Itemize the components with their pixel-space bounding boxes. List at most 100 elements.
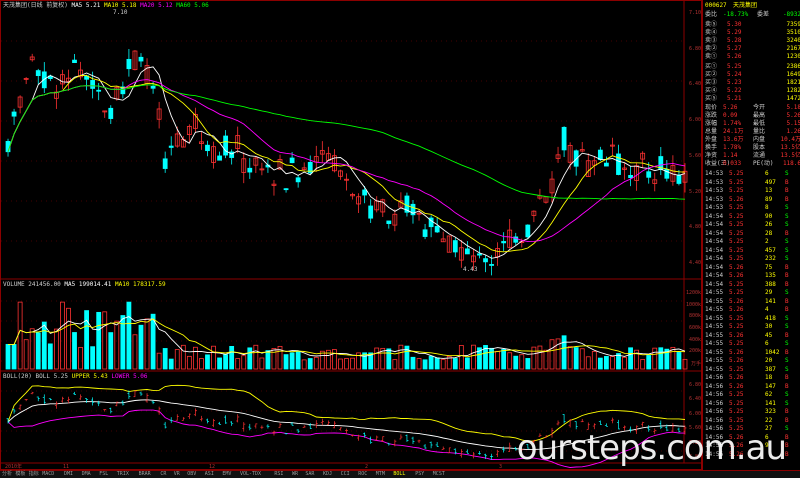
tab-obv[interactable]: OBV — [187, 471, 196, 478]
volume-bar — [646, 355, 652, 370]
tab-dma[interactable]: DMA — [82, 471, 91, 478]
tick-side: B — [785, 382, 789, 390]
volume-bar — [513, 355, 519, 370]
tick-side: S — [785, 323, 789, 330]
tick-row: 14:53 5.25 497 B — [705, 179, 800, 187]
stat-label: 最低 — [753, 120, 766, 127]
tick-row: 14:54 5.25 388 B — [705, 281, 800, 289]
tab-kdj[interactable]: KDJ — [323, 471, 332, 478]
stat-label: 股本 — [753, 144, 766, 151]
tick-row: 14:56 5.25 22 B — [705, 417, 800, 425]
bid-label: 买⑤ — [705, 95, 718, 102]
ma10-line — [7, 75, 686, 253]
tab-brar[interactable]: BRAR — [139, 471, 151, 478]
stat-label: 最高 — [753, 112, 766, 119]
tick-time: 14:53 — [705, 195, 724, 203]
tick-price: 5.25 — [729, 255, 744, 262]
stock-name: 天茂集团 — [733, 2, 758, 9]
tick-volume: 90 — [765, 212, 773, 220]
tick-volume: 497 — [765, 178, 776, 186]
tick-time: 14:54 — [705, 263, 724, 271]
candle-body — [223, 135, 229, 156]
volume-bar — [495, 350, 501, 370]
tab--0[interactable]: 分析 — [2, 471, 12, 478]
tab-dmi[interactable]: DMI — [64, 471, 73, 478]
tick-row: 14:54 5.25 2 S — [705, 238, 800, 246]
tick-time: 14:55 — [705, 357, 724, 364]
candle-body — [168, 145, 174, 148]
tick-volume: 28 — [765, 229, 773, 237]
ask-label: 卖② — [705, 45, 718, 52]
tab-mcst[interactable]: MCST — [433, 471, 445, 478]
tab-rsi[interactable]: RSI — [274, 471, 283, 478]
weibi-label: 委比 — [705, 11, 718, 18]
bid-row: 买③ 5.23 1821 — [705, 79, 800, 87]
bid-price: 5.21 — [727, 95, 742, 102]
tick-time: 14:54 — [705, 280, 724, 288]
candle-body — [628, 175, 633, 179]
volume-bar — [35, 332, 41, 370]
tab-emv[interactable]: EMV — [222, 471, 231, 478]
candle-body — [108, 107, 114, 119]
tab-trix[interactable]: TRIX — [117, 471, 129, 478]
volume-bar — [17, 301, 23, 370]
tab-cr[interactable]: CR — [160, 471, 166, 478]
stat-row: 涨跌 0.09 最高 5.26 — [705, 112, 800, 120]
stat-label: PE(动) — [753, 160, 774, 167]
tick-price: 5.25 — [729, 340, 744, 347]
tab-fsl[interactable]: FSL — [99, 471, 108, 478]
tab--2[interactable]: 指标 — [29, 471, 39, 478]
tick-side: S — [785, 238, 789, 245]
tick-price: 5.25 — [729, 229, 744, 237]
tick-side: B — [785, 229, 789, 237]
watermark: oursteps.com.au — [516, 428, 787, 468]
tick-side: B — [785, 348, 789, 356]
chart-area[interactable]: 天茂集团(日线 前复权) MA5 5.21 MA10 5.18 MA20 5.1… — [0, 0, 703, 471]
tab-roc[interactable]: ROC — [358, 471, 367, 478]
candle-body — [477, 253, 482, 256]
volume-bar — [537, 345, 543, 370]
indicator-value: VOLUME 241456.00 — [3, 281, 65, 288]
tick-volume: 232 — [765, 255, 776, 262]
tick-price: 5.26 — [729, 297, 744, 305]
tick-time: 14:53 — [705, 187, 724, 194]
tab-wr[interactable]: WR — [292, 471, 298, 478]
tick-side: B — [785, 187, 789, 194]
kline-canvas[interactable] — [1, 1, 703, 471]
tab-cci[interactable]: CCI — [341, 471, 350, 478]
tab-mtm[interactable]: MTM — [376, 471, 385, 478]
tick-side: B — [785, 297, 789, 305]
volume-bar — [205, 354, 210, 370]
tab-psy[interactable]: PSY — [415, 471, 424, 478]
tick-row: 14:53 5.25 6 S — [705, 170, 800, 178]
weicha-value: -8932 — [782, 11, 800, 18]
tick-side: B — [785, 195, 789, 203]
tick-volume: 30 — [765, 323, 773, 330]
bid-volume: 1649 — [786, 71, 800, 78]
tick-volume: 13 — [765, 187, 773, 194]
ask-row: 卖④ 5.29 3510 — [705, 29, 800, 37]
tick-price: 5.25 — [729, 221, 744, 228]
ask-price: 5.29 — [727, 29, 742, 36]
tick-price: 5.25 — [729, 289, 744, 296]
tab-boll[interactable]: BOLL — [393, 471, 405, 478]
tick-volume: 26 — [765, 221, 773, 228]
volume-bar — [102, 311, 108, 370]
volume-bar — [434, 357, 440, 370]
tab-sar[interactable]: SAR — [305, 471, 314, 478]
volume-bar — [549, 339, 555, 370]
tab-vr[interactable]: VR — [174, 471, 180, 478]
candle-body — [162, 158, 168, 169]
tab--1[interactable]: 模板 — [15, 471, 25, 478]
tab-macd[interactable]: MACD — [42, 471, 54, 478]
volume-bar — [11, 344, 17, 370]
volume-bar — [374, 347, 380, 370]
tick-time: 14:53 — [705, 204, 724, 211]
tick-row: 14:53 5.25 8 S — [705, 204, 800, 212]
volume-bar — [114, 320, 120, 370]
volume-bar — [350, 357, 355, 370]
tab-asi[interactable]: ASI — [205, 471, 214, 478]
ask-volume: 7359 — [786, 21, 800, 28]
tab-voltdx[interactable]: VOL-TDX — [240, 471, 261, 478]
stat-label: 净资 — [705, 152, 718, 159]
